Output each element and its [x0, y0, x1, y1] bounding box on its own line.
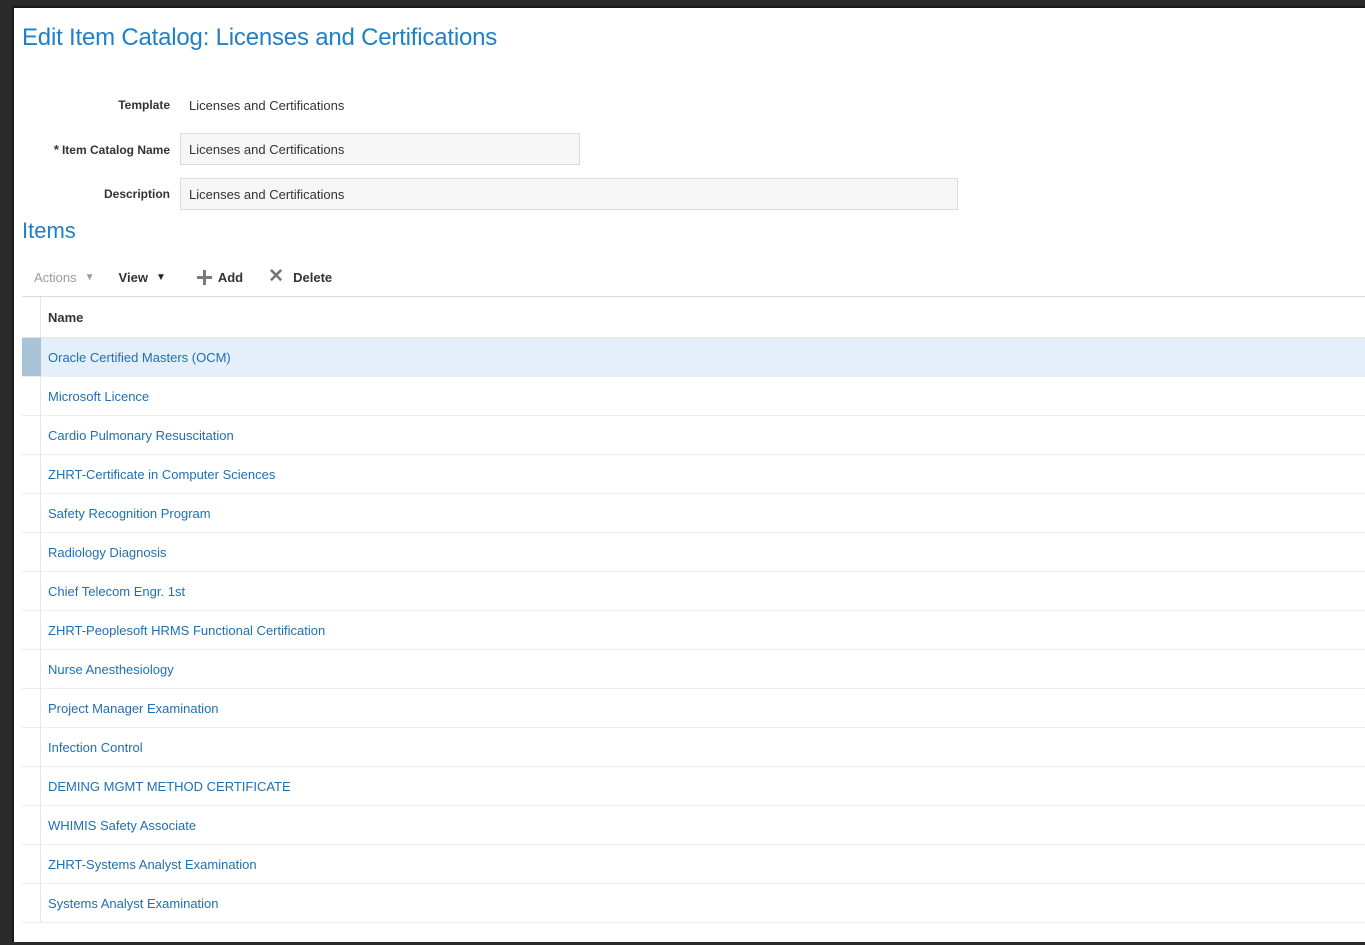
table-row[interactable]: Nurse Anesthesiology	[22, 650, 1365, 689]
required-marker: *	[53, 141, 59, 157]
description-field[interactable]: Licenses and Certifications	[180, 178, 958, 210]
item-catalog-name-row: * Item Catalog Name Licenses and Certific…	[14, 132, 580, 166]
item-name-link[interactable]: ZHRT-Peoplesoft HRMS Functional Certific…	[41, 623, 325, 638]
row-selector[interactable]	[22, 377, 41, 415]
row-selector[interactable]	[22, 650, 41, 688]
close-icon: ✕	[268, 266, 285, 287]
row-selector[interactable]	[22, 689, 41, 727]
items-table: Name Oracle Certified Masters (OCM) Micro…	[22, 296, 1365, 923]
row-selector[interactable]	[22, 728, 41, 766]
delete-button[interactable]: ✕ Delete	[267, 266, 333, 287]
table-body: Oracle Certified Masters (OCM) Microsoft …	[22, 338, 1365, 923]
items-toolbar: Actions ▼ View ▼ Add ✕ Delete	[34, 264, 356, 290]
item-name-link[interactable]: DEMING MGMT METHOD CERTIFICATE	[41, 779, 291, 794]
table-header: Name	[22, 297, 1365, 338]
template-row: Template Licenses and Certifications	[14, 88, 344, 122]
table-row[interactable]: Oracle Certified Masters (OCM)	[22, 338, 1365, 377]
item-name-link[interactable]: Systems Analyst Examination	[41, 896, 219, 911]
item-name-link[interactable]: ZHRT-Systems Analyst Examination	[41, 857, 257, 872]
delete-label: Delete	[293, 269, 333, 285]
table-row[interactable]: ZHRT-Systems Analyst Examination	[22, 845, 1365, 884]
table-row[interactable]: Systems Analyst Examination	[22, 884, 1365, 923]
row-selector[interactable]	[22, 767, 41, 805]
table-row[interactable]: ZHRT-Peoplesoft HRMS Functional Certific…	[22, 611, 1365, 650]
chevron-down-icon: ▼	[155, 271, 166, 283]
description-label: Description	[103, 187, 170, 201]
table-row[interactable]: Microsoft Licence	[22, 377, 1365, 416]
row-selector[interactable]	[22, 338, 41, 376]
actions-label: Actions	[34, 269, 77, 285]
template-label: Template	[118, 98, 170, 112]
table-row[interactable]: WHIMIS Safety Associate	[22, 806, 1365, 845]
add-button[interactable]: Add	[196, 269, 243, 285]
item-name-link[interactable]: Microsoft Licence	[41, 389, 149, 404]
item-catalog-name-label-text: Item Catalog Name	[61, 142, 170, 157]
table-row[interactable]: Chief Telecom Engr. 1st	[22, 572, 1365, 611]
view-menu[interactable]: View ▼	[119, 270, 166, 285]
item-name-link[interactable]: Radiology Diagnosis	[41, 545, 167, 560]
row-selector[interactable]	[22, 416, 41, 454]
chevron-down-icon: ▼	[84, 271, 95, 283]
item-name-link[interactable]: WHIMIS Safety Associate	[41, 818, 196, 833]
table-row[interactable]: Cardio Pulmonary Resuscitation	[22, 416, 1365, 455]
item-catalog-name-label: * Item Catalog Name	[14, 142, 180, 157]
items-section-title: Items	[22, 218, 76, 243]
item-name-link[interactable]: Nurse Anesthesiology	[41, 662, 174, 677]
item-name-link[interactable]: Safety Recognition Program	[41, 506, 211, 521]
table-row[interactable]: ZHRT-Certificate in Computer Sciences	[22, 455, 1365, 494]
table-row[interactable]: DEMING MGMT METHOD CERTIFICATE	[22, 767, 1365, 806]
row-selector[interactable]	[22, 455, 41, 493]
row-selector[interactable]	[22, 884, 41, 922]
header-gutter	[22, 297, 41, 337]
item-name-link[interactable]: Project Manager Examination	[41, 701, 219, 716]
row-selector[interactable]	[22, 572, 41, 610]
item-name-link[interactable]: Oracle Certified Masters (OCM)	[41, 350, 231, 365]
item-name-link[interactable]: Infection Control	[41, 740, 143, 755]
row-selector[interactable]	[22, 611, 41, 649]
row-selector[interactable]	[22, 806, 41, 844]
column-header-name[interactable]: Name	[41, 310, 83, 325]
plus-icon	[196, 269, 212, 285]
item-catalog-name-field[interactable]: Licenses and Certifications	[180, 133, 580, 165]
add-label: Add	[217, 269, 244, 285]
table-row[interactable]: Infection Control	[22, 728, 1365, 767]
view-label: View	[118, 269, 148, 285]
row-selector[interactable]	[22, 494, 41, 532]
item-name-link[interactable]: ZHRT-Certificate in Computer Sciences	[41, 467, 275, 482]
table-row[interactable]: Radiology Diagnosis	[22, 533, 1365, 572]
table-row[interactable]: Safety Recognition Program	[22, 494, 1365, 533]
item-name-link[interactable]: Chief Telecom Engr. 1st	[41, 584, 185, 599]
actions-menu[interactable]: Actions ▼	[34, 270, 95, 285]
item-name-link[interactable]: Cardio Pulmonary Resuscitation	[41, 428, 234, 443]
description-row: Description Licenses and Certifications	[14, 177, 958, 211]
row-selector[interactable]	[22, 533, 41, 571]
row-selector[interactable]	[22, 845, 41, 883]
page-frame: Edit Item Catalog: Licenses and Certific…	[12, 6, 1365, 942]
template-value: Licenses and Certifications	[189, 97, 345, 113]
table-row[interactable]: Project Manager Examination	[22, 689, 1365, 728]
page-title: Edit Item Catalog: Licenses and Certific…	[22, 24, 498, 51]
